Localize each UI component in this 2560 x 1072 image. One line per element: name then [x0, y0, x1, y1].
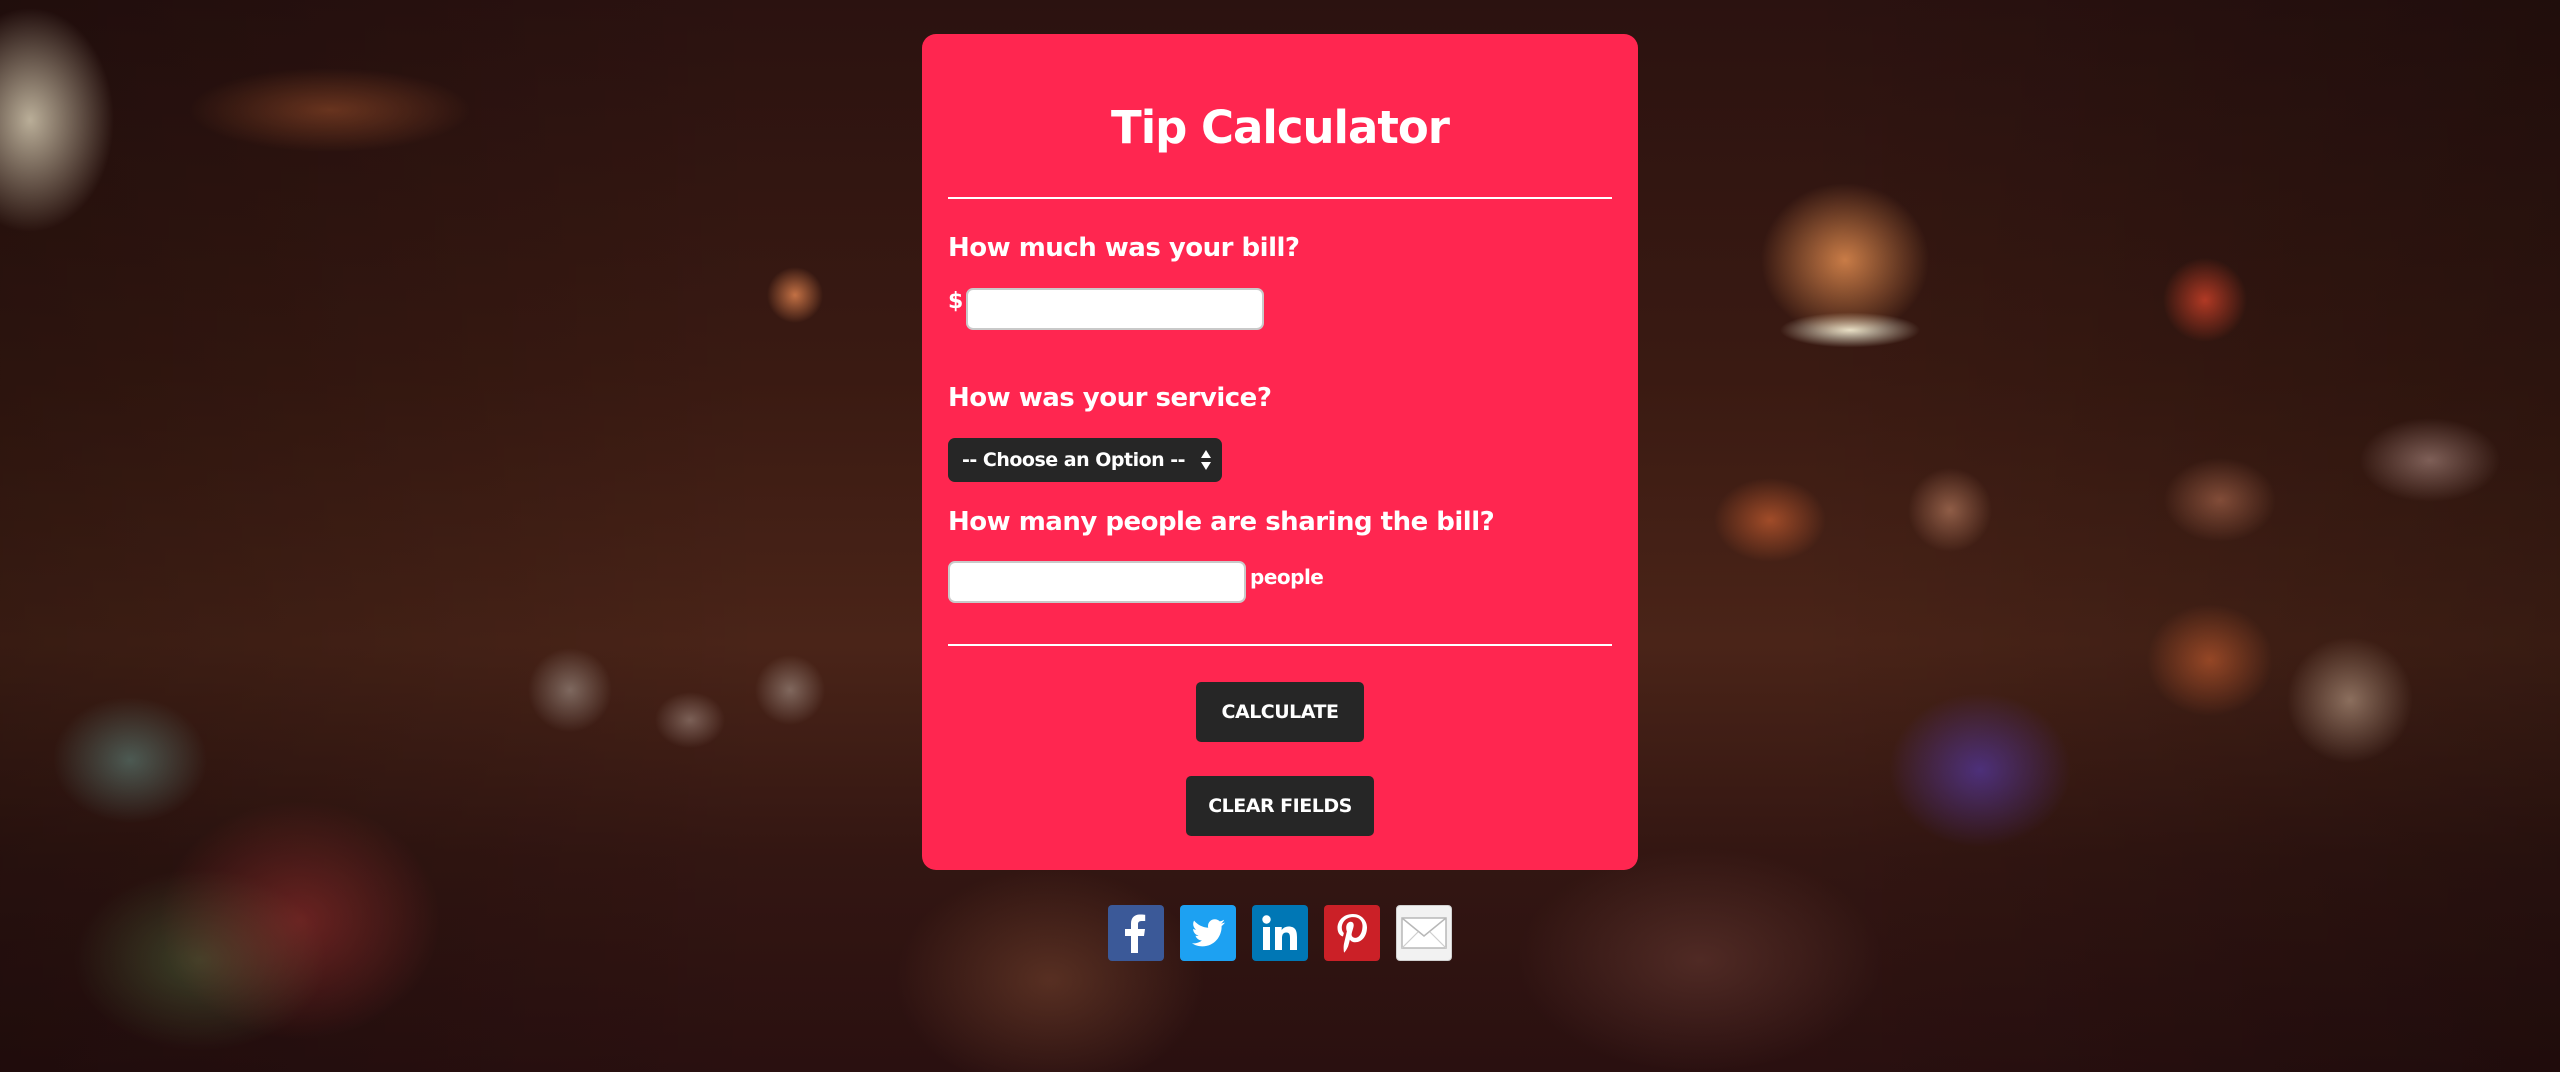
top-divider — [948, 197, 1612, 199]
facebook-icon — [1125, 914, 1146, 953]
bill-amount-input[interactable] — [966, 288, 1264, 330]
email-icon — [1401, 917, 1447, 949]
clear-fields-button[interactable]: CLEAR FIELDS — [1186, 776, 1374, 836]
currency-symbol: $ — [948, 289, 964, 314]
service-question-label: How was your service? — [948, 383, 1272, 413]
people-count-input[interactable] — [948, 561, 1246, 603]
twitter-icon — [1191, 919, 1225, 947]
service-quality-select[interactable]: -- Choose an Option -- — [948, 438, 1222, 482]
facebook-share-button[interactable] — [1108, 905, 1164, 961]
bill-question-label: How much was your bill? — [948, 233, 1300, 263]
service-select-value: -- Choose an Option -- — [962, 449, 1186, 471]
twitter-share-button[interactable] — [1180, 905, 1236, 961]
bottom-divider — [948, 644, 1612, 646]
calculate-button[interactable]: CALCULATE — [1196, 682, 1364, 742]
pinterest-share-button[interactable] — [1324, 905, 1380, 961]
pinterest-icon — [1337, 914, 1367, 953]
people-question-label: How many people are sharing the bill? — [948, 507, 1495, 537]
page-title: Tip Calculator — [1111, 101, 1450, 154]
linkedin-share-button[interactable] — [1252, 905, 1308, 961]
select-arrows-icon — [1201, 450, 1211, 470]
linkedin-icon — [1262, 915, 1297, 950]
email-share-button[interactable] — [1396, 905, 1452, 961]
people-suffix-label: people — [1250, 565, 1324, 589]
tip-calculator-card: Tip Calculator How much was your bill? $… — [922, 34, 1638, 870]
social-share-bar — [1108, 905, 1452, 961]
